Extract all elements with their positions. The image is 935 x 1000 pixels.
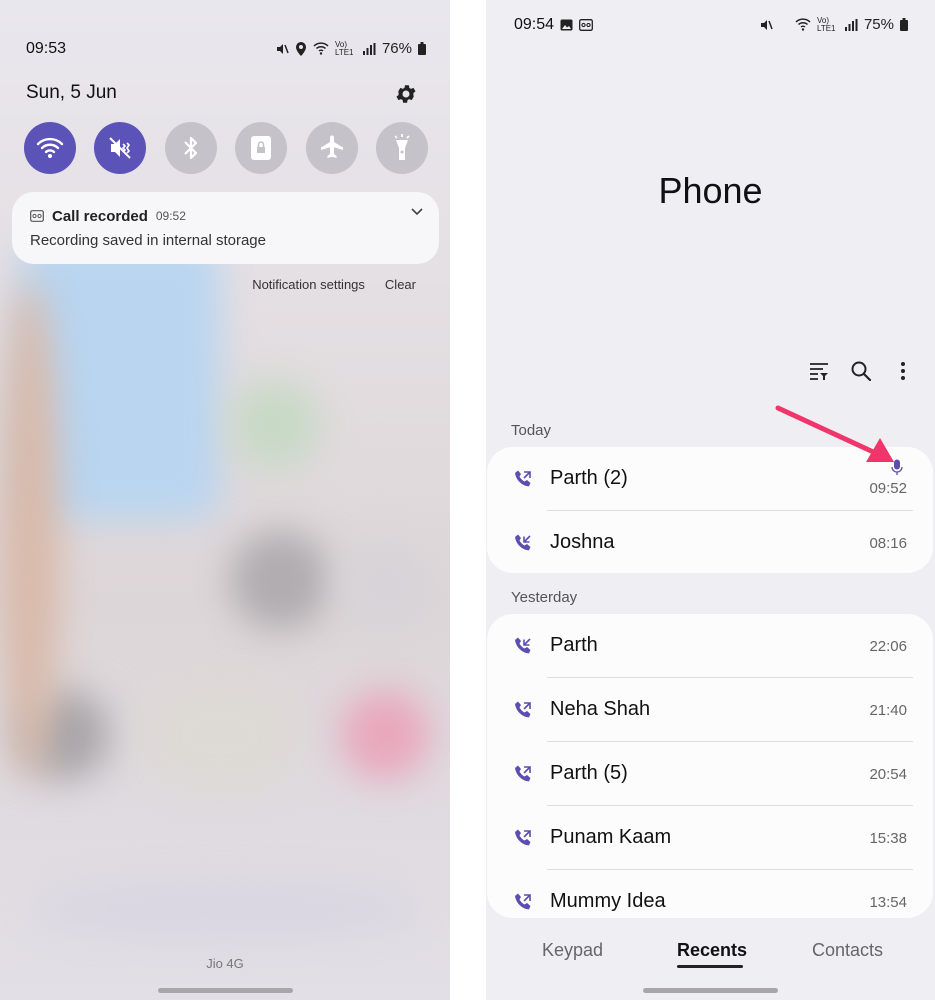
more-options-button[interactable] <box>891 358 915 384</box>
outgoing-call-icon <box>515 765 531 782</box>
caller-name: Joshna <box>550 531 615 553</box>
notification-body: Recording saved in internal storage <box>30 232 266 249</box>
call-row[interactable]: Neha Shah 21:40 <box>487 678 933 742</box>
battery-percent: 76% <box>381 40 412 57</box>
wifi-icon <box>36 137 64 158</box>
call-row[interactable]: Joshna 08:16 <box>487 511 933 573</box>
network-label: Vo) LTE1 <box>334 39 354 57</box>
call-time: 15:38 <box>869 830 907 847</box>
call-row[interactable]: Parth (5) 20:54 <box>487 742 933 806</box>
tab-contacts[interactable]: Contacts <box>812 940 883 961</box>
battery-icon <box>418 42 426 55</box>
sound-mute-toggle[interactable] <box>94 122 147 174</box>
notification-time: 09:52 <box>155 209 186 223</box>
signal-icon <box>844 18 858 31</box>
status-icons: Vo) LTE1 76% <box>275 40 426 57</box>
bottom-tabs: Keypad Recents Contacts <box>486 940 935 970</box>
call-time: 09:52 <box>869 480 907 497</box>
network-label: Vo) LTE1 <box>816 15 836 33</box>
search-button[interactable] <box>849 358 873 384</box>
filter-button[interactable] <box>807 358 831 384</box>
notification-settings-button[interactable]: Notification settings <box>252 277 365 292</box>
call-time: 21:40 <box>869 702 907 719</box>
bluetooth-icon <box>184 136 197 160</box>
outgoing-call-icon <box>515 470 531 487</box>
status-time: 09:54 <box>514 16 555 33</box>
filter-icon <box>810 363 828 380</box>
flashlight-icon <box>394 134 410 160</box>
incoming-call-icon <box>515 637 531 654</box>
toolbar <box>807 358 915 384</box>
tab-recents[interactable]: Recents <box>677 940 747 961</box>
wifi-toggle[interactable] <box>24 122 76 174</box>
carrier-label: Jio 4G <box>206 956 244 971</box>
caller-name: Parth (2) <box>550 467 628 489</box>
gear-icon[interactable] <box>394 82 418 106</box>
section-yesterday: Yesterday <box>511 589 578 606</box>
status-time: 09:53 <box>26 40 67 57</box>
notification-title: Call recorded <box>52 207 148 225</box>
notification-panel-screenshot: 09:53 Vo) LTE1 76% Sun, 5 Jun Call recor… <box>0 0 450 1000</box>
clear-button[interactable]: Clear <box>385 277 416 292</box>
caller-name: Neha Shah <box>550 698 651 720</box>
airplane-icon <box>320 135 343 158</box>
mute-icon <box>276 43 289 54</box>
outgoing-call-icon <box>515 829 531 846</box>
caller-name: Parth (5) <box>550 762 628 784</box>
caller-name: Parth <box>550 634 598 656</box>
recorder-icon <box>579 19 593 31</box>
tab-keypad[interactable]: Keypad <box>542 940 603 961</box>
date-row: Sun, 5 Jun <box>26 82 418 108</box>
status-time-group: 09:54 <box>514 16 593 34</box>
screen-lock-toggle[interactable] <box>235 122 288 174</box>
call-time: 08:16 <box>869 535 907 552</box>
quick-settings <box>24 122 428 174</box>
bluetooth-toggle[interactable] <box>164 122 217 174</box>
flashlight-toggle[interactable] <box>375 122 428 174</box>
mute-icon <box>760 19 773 30</box>
status-bar: 09:53 Vo) LTE1 76% <box>26 40 426 60</box>
notification-header: Call recorded 09:52 <box>30 206 421 226</box>
notification-actions: Notification settings Clear <box>252 277 416 292</box>
outgoing-call-icon <box>515 893 531 910</box>
call-time: 13:54 <box>869 894 907 911</box>
caller-name: Punam Kaam <box>550 826 672 848</box>
status-bar: 09:54 Vo) LTE1 75% <box>514 16 908 36</box>
mute-icon <box>109 137 132 159</box>
active-tab-indicator <box>677 965 743 968</box>
chevron-down-icon[interactable] <box>411 208 423 216</box>
wifi-small-icon <box>795 18 811 31</box>
call-recorded-notification[interactable]: Call recorded 09:52 Recording saved in i… <box>12 192 439 264</box>
phone-app-screenshot: 09:54 Vo) LTE1 75% Phone Today Parth (2)… <box>486 0 935 1000</box>
call-row[interactable]: Mummy Idea 13:54 <box>487 870 933 918</box>
call-time: 22:06 <box>869 638 907 655</box>
calls-card-yesterday: Parth 22:06 Neha Shah 21:40 Parth (5) 20… <box>487 614 933 918</box>
gesture-handle[interactable] <box>643 988 778 993</box>
more-vertical-icon <box>901 362 905 380</box>
page-title: Phone <box>658 170 763 211</box>
status-icons: Vo) LTE1 75% <box>759 16 908 33</box>
call-time: 20:54 <box>869 766 907 783</box>
call-row[interactable]: Punam Kaam 15:38 <box>487 806 933 870</box>
annotation-arrow <box>775 405 894 462</box>
section-today: Today <box>511 422 552 439</box>
signal-icon <box>362 42 376 55</box>
airplane-toggle[interactable] <box>305 122 358 174</box>
outgoing-call-icon <box>515 701 531 718</box>
recorder-app-icon <box>30 210 44 222</box>
wifi-small-icon <box>313 42 329 55</box>
battery-icon <box>900 18 908 31</box>
search-icon <box>851 361 871 381</box>
date-label: Sun, 5 Jun <box>26 82 117 103</box>
screen-lock-icon <box>251 136 272 160</box>
caller-name: Mummy Idea <box>550 890 666 912</box>
call-row[interactable]: Parth 22:06 <box>487 614 933 678</box>
gesture-handle[interactable] <box>158 988 293 993</box>
battery-percent: 75% <box>863 16 894 33</box>
incoming-call-icon <box>515 534 531 551</box>
location-icon <box>295 41 306 56</box>
gallery-icon <box>560 19 573 31</box>
